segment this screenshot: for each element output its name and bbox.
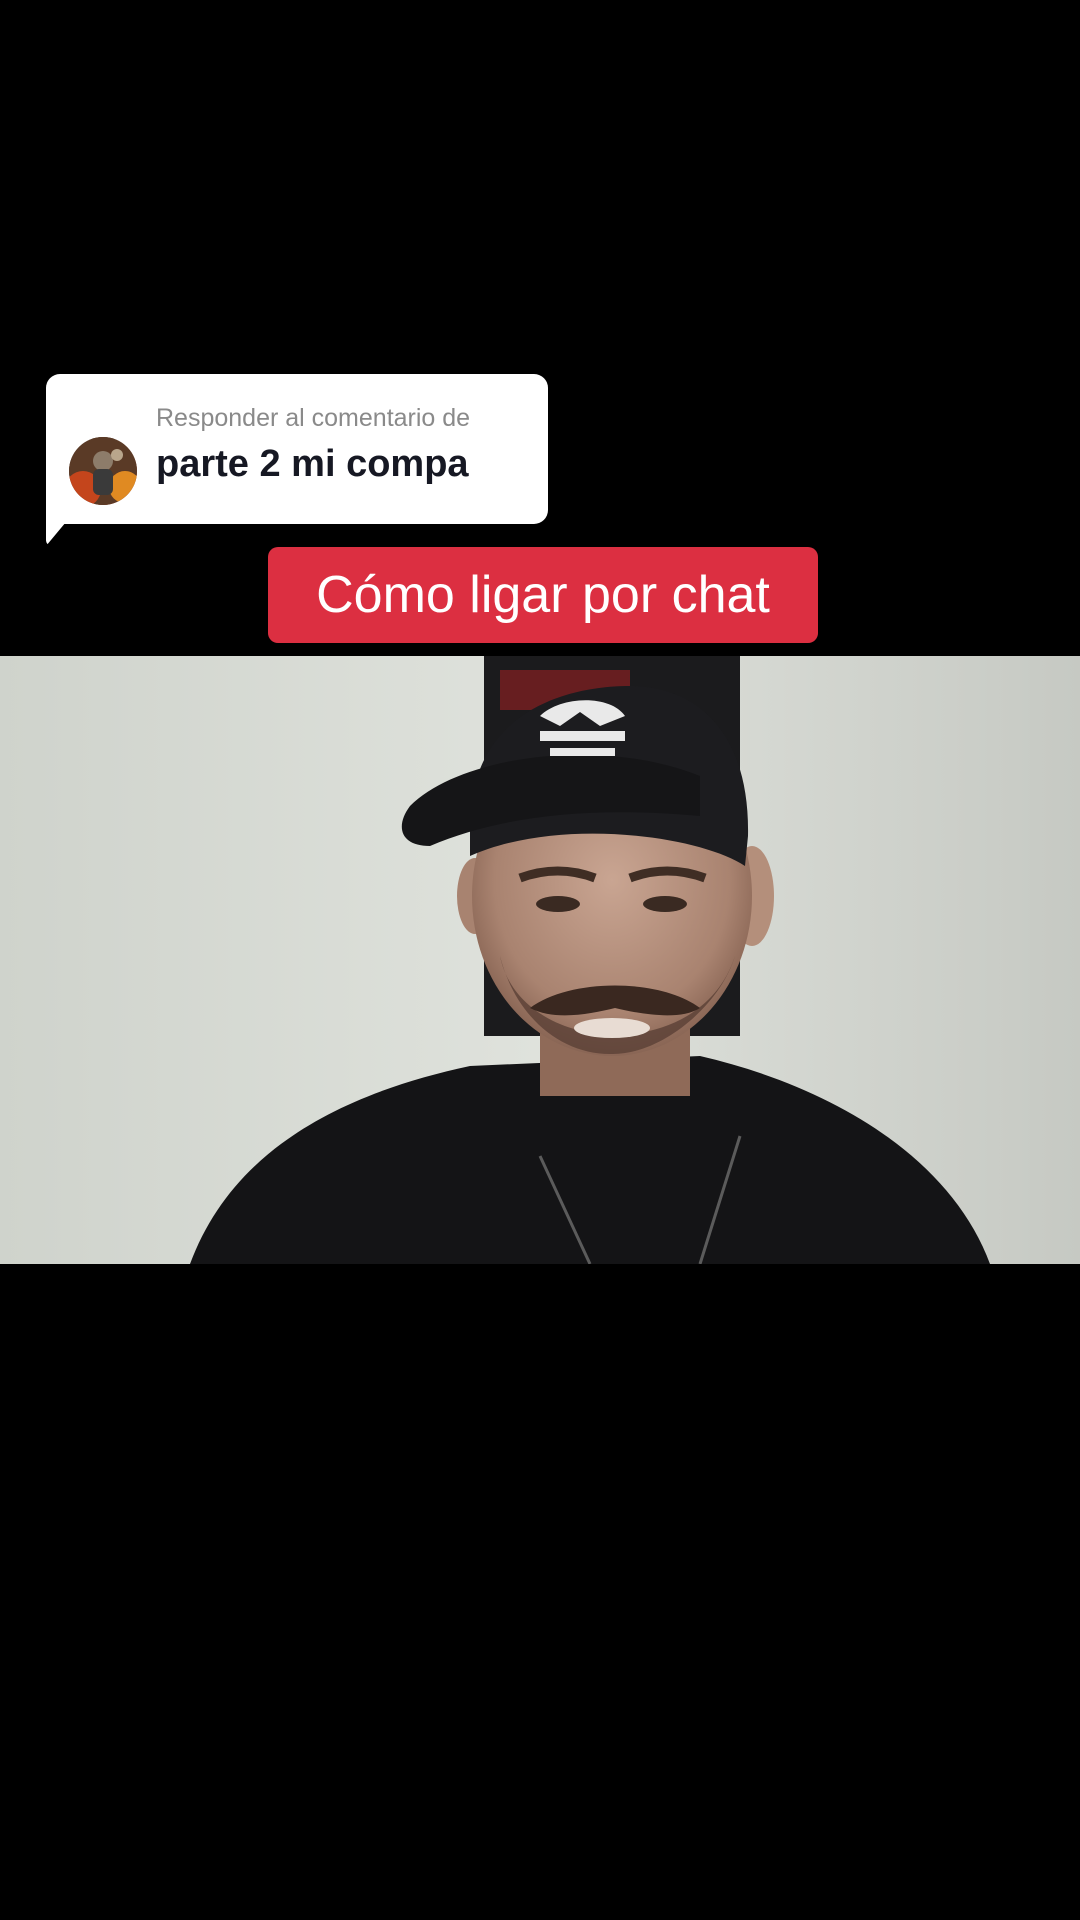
reply-to-comment-bubble[interactable]: Responder al comentario de parte 2 mi co… xyxy=(46,374,548,524)
reply-comment-text: parte 2 mi compa xyxy=(156,443,469,485)
reply-bubble-tail xyxy=(46,510,76,546)
video-frame[interactable] xyxy=(0,656,1080,1264)
video-title-caption: Cómo ligar por chat xyxy=(268,547,818,643)
commenter-avatar[interactable] xyxy=(69,437,137,505)
reply-heading: Responder al comentario de xyxy=(156,404,471,432)
video-frame-image xyxy=(0,656,1080,1264)
